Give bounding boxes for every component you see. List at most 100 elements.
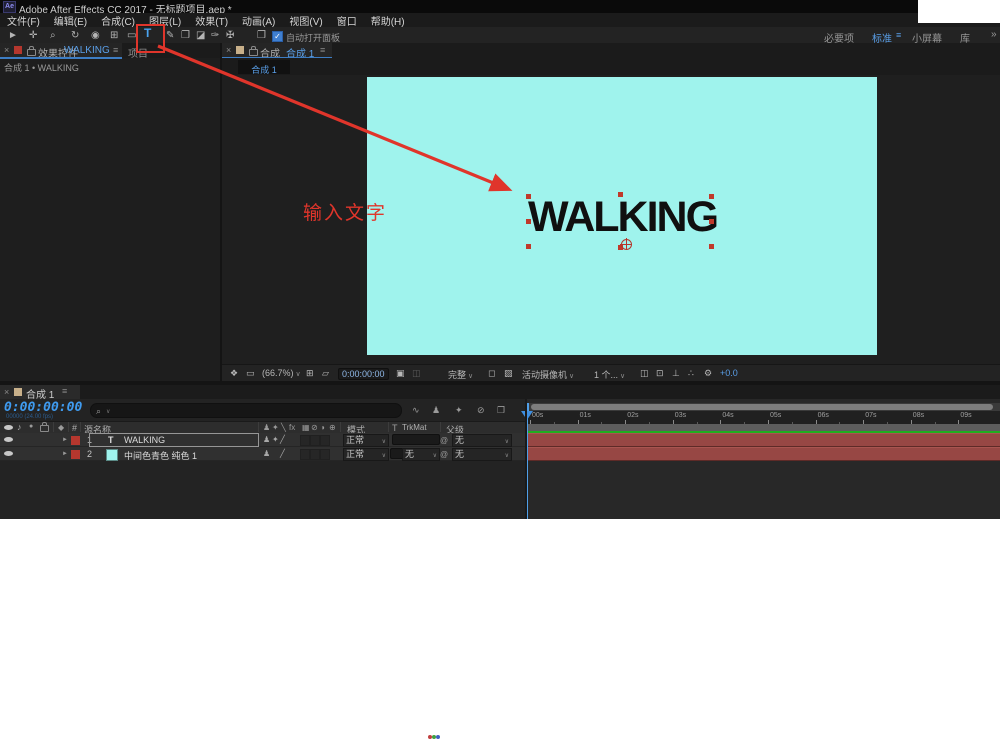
layer1-switch-icon-2[interactable]: ✦ [272,435,279,444]
timeline-timecode[interactable]: 0:00:00:00 [4,400,82,415]
mask-roi-icon[interactable]: ▱ [322,368,329,378]
grid-guides-icon[interactable]: ⊞ [306,368,314,378]
trkmat-column-header[interactable]: TrkMat [402,423,427,432]
layer2-mode-dropdown[interactable]: 正常 ∨ [343,448,389,461]
region-of-interest-icon[interactable]: ◻ [488,368,495,378]
camera-dropdown[interactable]: 活动摄像机 ∨ [522,368,574,381]
zoom-level-dropdown[interactable]: (66.7%) ∨ [262,368,301,378]
exposure-gear-icon[interactable]: ⚙ [704,368,712,378]
switch-header-icon-8[interactable]: ⊕ [329,423,336,432]
workspace-tab-4[interactable]: 库 [960,30,970,45]
layer2-switch-cell[interactable] [300,449,310,460]
menu-item-视图[interactable]: 视图(V) [282,13,329,28]
time-ruler[interactable] [527,411,1000,425]
monitor-icon[interactable]: ▭ [246,368,255,378]
layer1-switch-icon-1[interactable]: ♟ [263,435,270,444]
mini-flowchart-icon[interactable]: ∴ [688,368,694,378]
layer1-parent-dropdown[interactable]: 无 ∨ [452,434,512,447]
layer1-eye-icon[interactable] [4,437,13,442]
fast-preview-icon[interactable]: ⊥ [672,368,680,378]
lock-icon[interactable] [249,46,258,56]
exposure-value[interactable]: +0.0 [720,368,738,378]
clone-stamp-tool-icon[interactable]: ❐ [181,30,190,41]
audio-column-icon[interactable]: ♪ [17,422,22,432]
brush-tool-icon[interactable]: ✎ [166,30,174,41]
lock-column-icon[interactable] [40,422,49,432]
layer1-switch-cell[interactable] [300,435,310,446]
layer1-switch-cell[interactable] [320,435,330,446]
pan-behind-tool-icon[interactable]: ⊞ [110,30,118,41]
panel-menu-icon[interactable]: ≡ [320,45,325,55]
timeline-divider[interactable] [525,399,527,519]
number-column-header[interactable]: # [72,423,77,433]
timeline-navigator-bar[interactable] [531,404,993,410]
flowchart-icon[interactable]: ❖ [230,368,238,378]
workspace-tab-1[interactable]: 必要项 [824,30,854,45]
switch-header-icon-6[interactable]: ⊘ [311,423,318,432]
menu-item-窗口[interactable]: 窗口 [330,13,364,28]
view-count-dropdown[interactable]: 1 个... ∨ [594,368,625,381]
work-area-bar[interactable] [527,424,1000,431]
pixel-aspect-icon[interactable]: ⊡ [656,368,664,378]
close-icon[interactable]: × [226,45,231,55]
transparency-grid-icon[interactable]: ▨ [504,368,513,378]
panel-menu-icon[interactable]: ≡ [62,386,67,396]
solo-column-icon[interactable]: ● [29,423,33,430]
viewer-tab-comp1[interactable]: 合成 1 [238,60,290,75]
menu-item-效果[interactable]: 效果(T) [188,13,235,28]
workspace-tab-3[interactable]: 小屏幕 [912,30,942,45]
switch-header-icon-3[interactable]: ╲ [281,423,286,432]
layer2-trkmat-dropdown[interactable]: 无 ∨ [402,448,440,461]
camera-tool-icon[interactable]: ◉ [91,30,100,41]
channel-blue-icon[interactable] [436,735,440,739]
viewer-timecode[interactable]: 0:00:00:00 [338,368,389,380]
layer2-label-swatch[interactable] [71,450,80,459]
layer2-twirl-icon[interactable]: ► [62,451,68,457]
workspace-overflow-icon[interactable]: » [991,29,997,40]
playhead-handle[interactable] [521,411,533,420]
video-column-eye-icon[interactable] [4,425,13,430]
trkmat-t-column-header[interactable]: T [392,423,398,433]
menu-item-动画[interactable]: 动画(A) [235,13,282,28]
layer1-twirl-icon[interactable]: ► [62,437,68,443]
hand-tool-icon[interactable]: ✛ [29,30,37,41]
menu-item-合成[interactable]: 合成(C) [94,13,142,28]
show-snapshot-icon[interactable]: ◫ [412,368,421,378]
layer2-name[interactable]: 中间色青色 纯色 1 [124,449,197,462]
panel-button-icon[interactable]: ❒ [257,30,266,41]
menu-item-文件[interactable]: 文件(F) [0,13,47,28]
workspace-menu-icon[interactable]: ≡ [896,30,901,40]
timeline-option-icon-1[interactable]: ∿ [412,405,420,415]
close-icon[interactable]: × [4,45,9,55]
puppet-pin-tool-icon[interactable]: ✠ [226,30,234,41]
layer2-switch-cell[interactable] [320,449,330,460]
layer2-eye-icon[interactable] [4,451,13,456]
layer1-parent-pickwhip-icon[interactable]: @ [440,436,448,446]
layer2-switch-cell[interactable] [310,449,320,460]
workspace-tab-2[interactable]: 标准 [872,30,892,45]
timeline-option-icon-4[interactable]: ⊘ [477,405,485,415]
tab-timeline-comp1[interactable]: × 合成 1 ≡ [0,385,80,401]
panel-menu-icon[interactable]: ≡ [113,45,118,55]
layer2-switch-icon-1[interactable]: ♟ [263,449,270,458]
switch-header-icon-1[interactable]: ♟ [263,423,270,432]
eraser-tool-icon[interactable]: ◪ [196,30,205,41]
layer1-label-swatch[interactable] [71,436,80,445]
timeline-search-input[interactable]: ⌕ ∨ [90,403,402,418]
switch-header-icon-2[interactable]: ✦ [272,423,279,432]
layer1-switch-cell[interactable] [310,435,320,446]
menu-item-编辑[interactable]: 编辑(E) [47,13,94,28]
layer1-duration-bar[interactable] [527,433,1000,447]
snapshot-icon[interactable]: ▣ [396,368,405,378]
switch-header-icon-4[interactable]: fx [289,423,295,432]
timeline-option-icon-3[interactable]: ✦ [455,405,463,415]
rotation-tool-icon[interactable]: ↻ [71,30,79,41]
label-column-icon[interactable]: ◆ [58,423,64,432]
lock-icon[interactable] [27,46,36,56]
close-icon[interactable]: × [4,387,9,397]
selection-tool-icon[interactable]: ► [8,30,18,41]
tab-composition[interactable]: × 合成 合成 1 ≡ [222,43,332,60]
view-layout-icon[interactable]: ◫ [640,368,649,378]
resolution-dropdown[interactable]: 完整 ∨ [448,368,473,381]
layer1-mode-dropdown[interactable]: 正常 ∨ [343,434,389,447]
